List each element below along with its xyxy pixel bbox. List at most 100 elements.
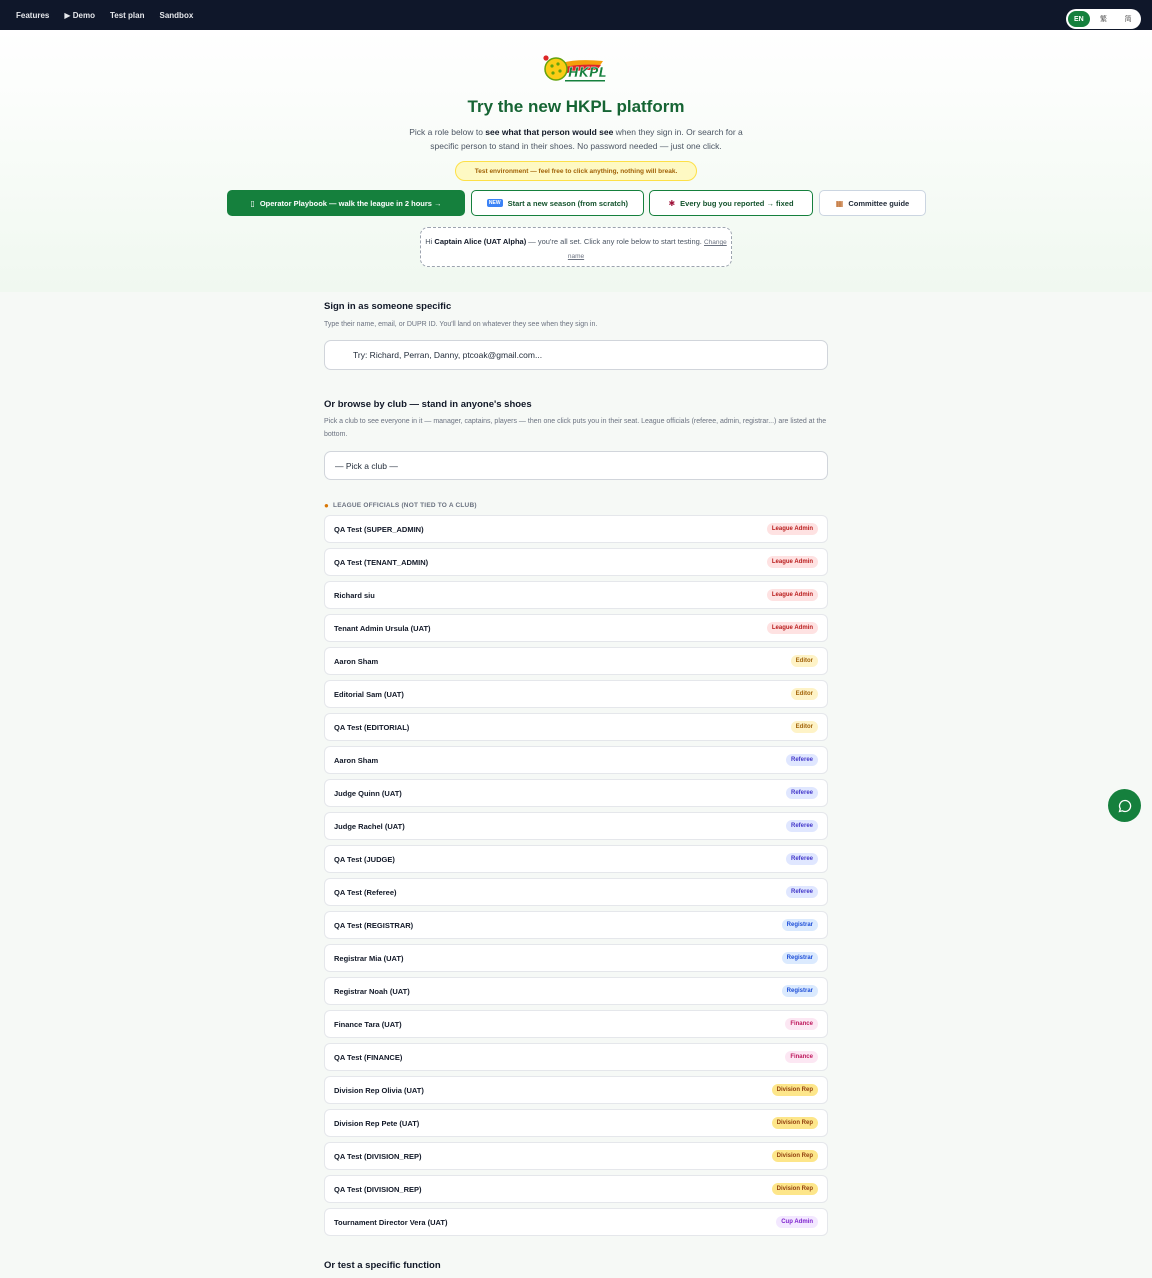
role-name: Registrar Noah (UAT) (334, 986, 410, 996)
lang-simplified-button[interactable]: 简 (1117, 11, 1139, 27)
role-name: Division Rep Olivia (UAT) (334, 1085, 424, 1095)
role-badge: Registrar (781, 952, 818, 964)
bug-icon: ✱ (668, 198, 676, 208)
role-list-item[interactable]: Tenant Admin Ursula (UAT) League Admin (324, 614, 828, 642)
role-badge: Division Rep (771, 1150, 818, 1162)
role-badge: Division Rep (771, 1117, 818, 1129)
role-list-item[interactable]: Judge Rachel (UAT) Referee (324, 812, 828, 840)
lang-en-button[interactable]: EN (1068, 11, 1090, 27)
role-name: QA Test (DIVISION_REP) (334, 1184, 422, 1194)
book-icon: ▯ (250, 198, 255, 208)
role-list-item[interactable]: QA Test (TENANT_ADMIN) League Admin (324, 548, 828, 576)
role-badge: Cup Admin (776, 1216, 818, 1228)
role-name: QA Test (EDITORIAL) (334, 722, 410, 732)
page-title: Try the new HKPL platform (467, 97, 685, 116)
role-name: Judge Rachel (UAT) (334, 821, 405, 831)
nav-features-link[interactable]: Features (16, 11, 49, 20)
role-badge: League Admin (766, 556, 818, 568)
browse-title: Or browse by club — stand in anyone's sh… (324, 399, 532, 410)
role-list-item[interactable]: Richard siu League Admin (324, 581, 828, 609)
role-name: Richard siu (334, 590, 375, 600)
role-list-item[interactable]: Aaron Sham Editor (324, 647, 828, 675)
role-badge: Referee (785, 754, 818, 766)
role-name: QA Test (TENANT_ADMIN) (334, 557, 429, 567)
role-list-item[interactable]: Finance Tara (UAT) Finance (324, 1010, 828, 1038)
language-switcher: EN 繁 简 (1066, 9, 1141, 29)
role-name: QA Test (SUPER_ADMIN) (334, 524, 424, 534)
role-badge: League Admin (766, 622, 818, 634)
role-badge: Editor (790, 688, 818, 700)
browse-description: Pick a club to see everyone in it — mana… (324, 418, 827, 438)
role-badge: Editor (790, 721, 818, 733)
function-title: Or test a specific function (324, 1260, 441, 1271)
operator-playbook-button[interactable]: ▯ Operator Playbook — walk the league in… (227, 190, 465, 216)
club-select[interactable]: — Pick a club — (324, 451, 828, 480)
bugs-fixed-button[interactable]: ✱ Every bug you reported → fixed (649, 190, 813, 216)
chat-button[interactable] (1108, 789, 1141, 822)
role-badge: Editor (790, 655, 818, 667)
browse-section: Or browse by club — stand in anyone's sh… (324, 399, 828, 441)
nav-sandbox-link[interactable]: Sandbox (160, 11, 194, 20)
role-list-item[interactable]: Registrar Noah (UAT) Registrar (324, 977, 828, 1005)
role-name: Division Rep Pete (UAT) (334, 1118, 420, 1128)
role-list-item[interactable]: QA Test (DIVISION_REP) Division Rep (324, 1175, 828, 1203)
officials-section-label: ● LEAGUE OFFICIALS (NOT TIED TO A CLUB) (324, 501, 477, 510)
welcome-message: Hi Captain Alice (UAT Alpha) — you're al… (420, 227, 732, 267)
role-list-item[interactable]: Judge Quinn (UAT) Referee (324, 779, 828, 807)
chat-icon (1118, 799, 1131, 812)
sign-in-description: Type their name, email, or DUPR ID. You'… (324, 321, 598, 328)
role-list-item[interactable]: QA Test (DIVISION_REP) Division Rep (324, 1142, 828, 1170)
officials-role-list: QA Test (SUPER_ADMIN) League Admin QA Test… (324, 515, 828, 1241)
role-badge: Registrar (781, 919, 818, 931)
role-badge: Finance (785, 1051, 818, 1063)
role-list-item[interactable]: Editorial Sam (UAT) Editor (324, 680, 828, 708)
role-name: QA Test (FINANCE) (334, 1052, 403, 1062)
role-list-item[interactable]: Division Rep Pete (UAT) Division Rep (324, 1109, 828, 1137)
role-name: QA Test (DIVISION_REP) (334, 1151, 422, 1161)
top-navbar: Features ▶ Demo Test plan Sandbox EN 繁 简 (0, 0, 1152, 30)
sign-in-section: Sign in as someone specific Type their n… (324, 301, 828, 331)
role-list-item[interactable]: QA Test (EDITORIAL) Editor (324, 713, 828, 741)
new-icon: NEW (486, 199, 503, 207)
role-badge: Referee (785, 787, 818, 799)
role-badge: Registrar (781, 985, 818, 997)
role-name: Tournament Director Vera (UAT) (334, 1217, 448, 1227)
role-name: Registrar Mia (UAT) (334, 953, 404, 963)
logo-text: HKPL (568, 66, 607, 81)
club-select-value: — Pick a club — (335, 460, 398, 471)
role-list-item[interactable]: QA Test (JUDGE) Referee (324, 845, 828, 873)
nav-test-plan-link[interactable]: Test plan (110, 11, 145, 20)
function-section: Or test a specific function (324, 1260, 828, 1271)
search-placeholder: Try: Richard, Perran, Danny, ptcoak@gmai… (353, 350, 543, 360)
nav-demo-link[interactable]: ▶ Demo (64, 11, 95, 20)
new-season-button[interactable]: NEW Start a new season (from scratch) (471, 190, 644, 216)
hero-subtitle: Pick a role below to see what that perso… (409, 127, 743, 151)
role-name: Tenant Admin Ursula (UAT) (334, 623, 431, 633)
role-list-item[interactable]: Division Rep Olivia (UAT) Division Rep (324, 1076, 828, 1104)
role-badge: League Admin (766, 589, 818, 601)
test-environment-notice: Test environment — feel free to click an… (455, 161, 697, 181)
person-search-input[interactable]: Try: Richard, Perran, Danny, ptcoak@gmai… (324, 340, 828, 370)
role-list-item[interactable]: QA Test (FINANCE) Finance (324, 1043, 828, 1071)
role-badge: Referee (785, 853, 818, 865)
clipboard-icon: ▦ (835, 198, 844, 208)
role-list-item[interactable]: Tournament Director Vera (UAT) Cup Admin (324, 1208, 828, 1236)
role-list-item[interactable]: QA Test (Referee) Referee (324, 878, 828, 906)
committee-guide-button[interactable]: ▦ Committee guide (819, 190, 926, 216)
role-badge: League Admin (766, 523, 818, 535)
role-name: Aaron Sham (334, 656, 379, 666)
role-name: QA Test (Referee) (334, 887, 397, 897)
role-list-item[interactable]: QA Test (REGISTRAR) Registrar (324, 911, 828, 939)
role-name: Aaron Sham (334, 755, 379, 765)
role-name: Judge Quinn (UAT) (334, 788, 402, 798)
sign-in-title: Sign in as someone specific (324, 301, 452, 312)
lang-traditional-button[interactable]: 繁 (1093, 11, 1115, 27)
role-badge: Division Rep (771, 1084, 818, 1096)
role-name: Finance Tara (UAT) (334, 1019, 402, 1029)
role-list-item[interactable]: Aaron Sham Referee (324, 746, 828, 774)
role-name: Editorial Sam (UAT) (334, 689, 404, 699)
role-badge: Referee (785, 886, 818, 898)
role-badge: Referee (785, 820, 818, 832)
role-list-item[interactable]: QA Test (SUPER_ADMIN) League Admin (324, 515, 828, 543)
role-list-item[interactable]: Registrar Mia (UAT) Registrar (324, 944, 828, 972)
